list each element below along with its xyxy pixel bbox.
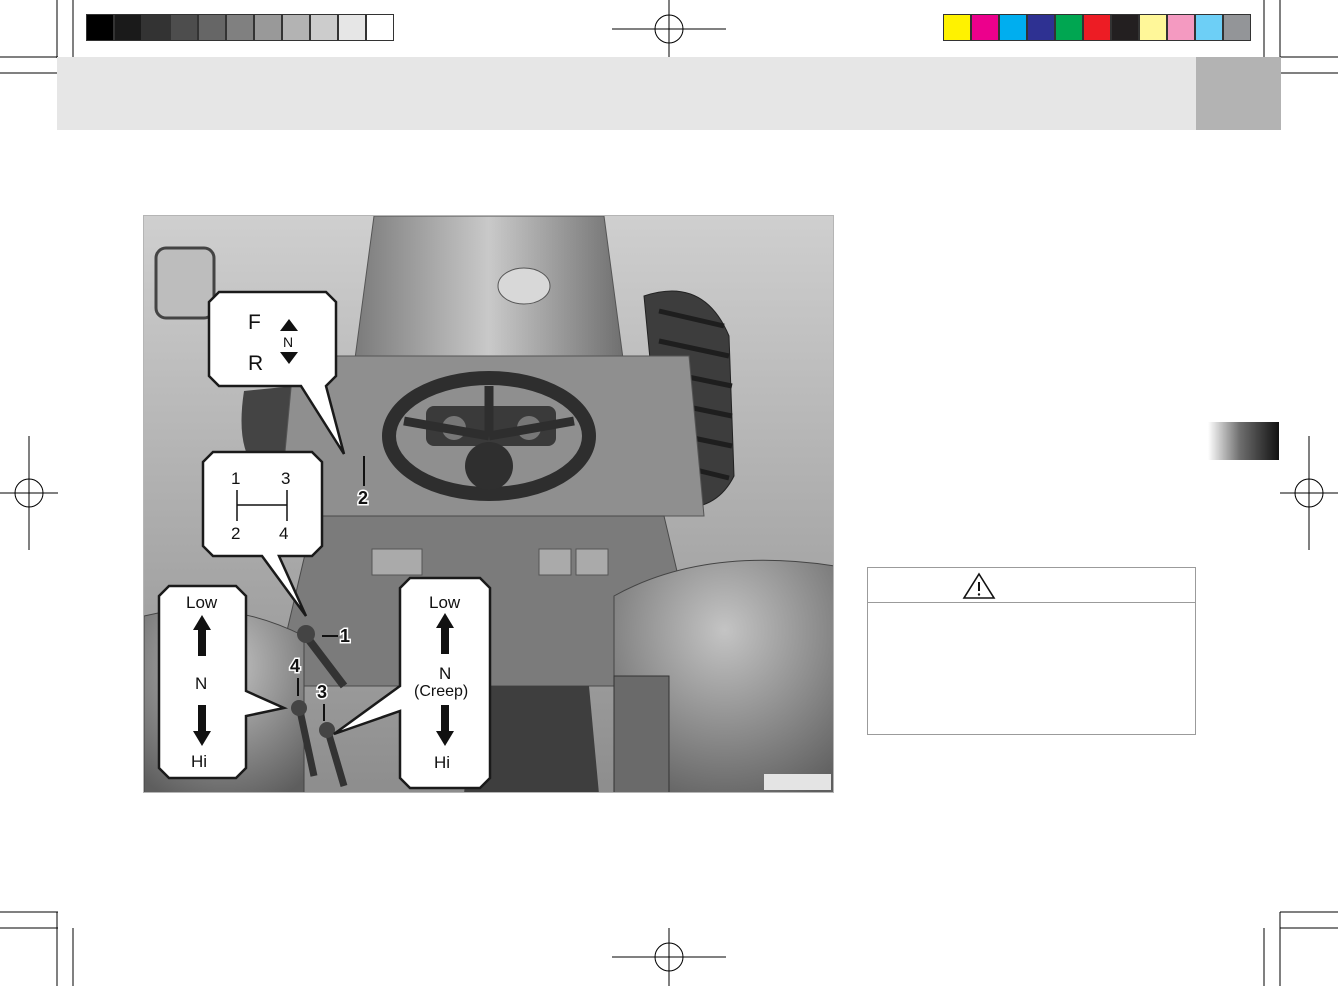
color-swatch: [226, 14, 254, 41]
range-low-label-right: Low: [429, 593, 461, 612]
color-swatch: [1195, 14, 1223, 41]
range-hi-label-left: Hi: [191, 752, 207, 771]
color-swatch: [1167, 14, 1195, 41]
figure-code-tag: [764, 774, 831, 790]
shuttle-neutral-label: N: [283, 334, 293, 350]
range-low-label-left: Low: [186, 593, 218, 612]
color-swatch: [1055, 14, 1083, 41]
color-swatch: [198, 14, 226, 41]
color-swatch: [971, 14, 999, 41]
shuttle-reverse-label: R: [248, 352, 263, 375]
color-swatch: [366, 14, 394, 41]
range-creep-label-right: (Creep): [414, 683, 468, 700]
warning-box: [867, 567, 1196, 735]
color-swatch: [114, 14, 142, 41]
range-hi-label-right: Hi: [434, 753, 450, 772]
color-swatch: [1139, 14, 1167, 41]
page-header-tab: [1196, 57, 1281, 130]
color-swatch: [1223, 14, 1251, 41]
range-neutral-label-right: N: [439, 664, 451, 683]
color-swatch: [310, 14, 338, 41]
color-swatch: [170, 14, 198, 41]
range-neutral-label-left: N: [195, 674, 207, 693]
part-number-3: 3: [317, 682, 327, 702]
warning-header: [868, 568, 1195, 603]
tractor-controls-illustration: F R N 1 3 2 4 Low N Hi Low N (Creep) Hi …: [143, 215, 834, 793]
page-header-band: [57, 57, 1196, 130]
part-number-4: 4: [290, 656, 300, 676]
gear-2-label: 2: [231, 524, 240, 543]
color-swatch: [943, 14, 971, 41]
color-swatch: [999, 14, 1027, 41]
color-swatch: [142, 14, 170, 41]
color-swatch: [1083, 14, 1111, 41]
color-swatch: [86, 14, 114, 41]
gear-4-label: 4: [279, 524, 288, 543]
gear-1-label: 1: [231, 469, 240, 488]
color-swatch: [338, 14, 366, 41]
shuttle-forward-label: F: [248, 311, 261, 334]
section-index-tab: [1208, 422, 1279, 460]
part-number-1: 1: [340, 626, 350, 646]
part-number-2: 2: [358, 488, 368, 508]
gear-3-label: 3: [281, 469, 290, 488]
warning-triangle-icon: [962, 572, 996, 599]
color-swatch: [282, 14, 310, 41]
color-swatch: [1027, 14, 1055, 41]
color-swatch: [254, 14, 282, 41]
color-swatch: [1111, 14, 1139, 41]
